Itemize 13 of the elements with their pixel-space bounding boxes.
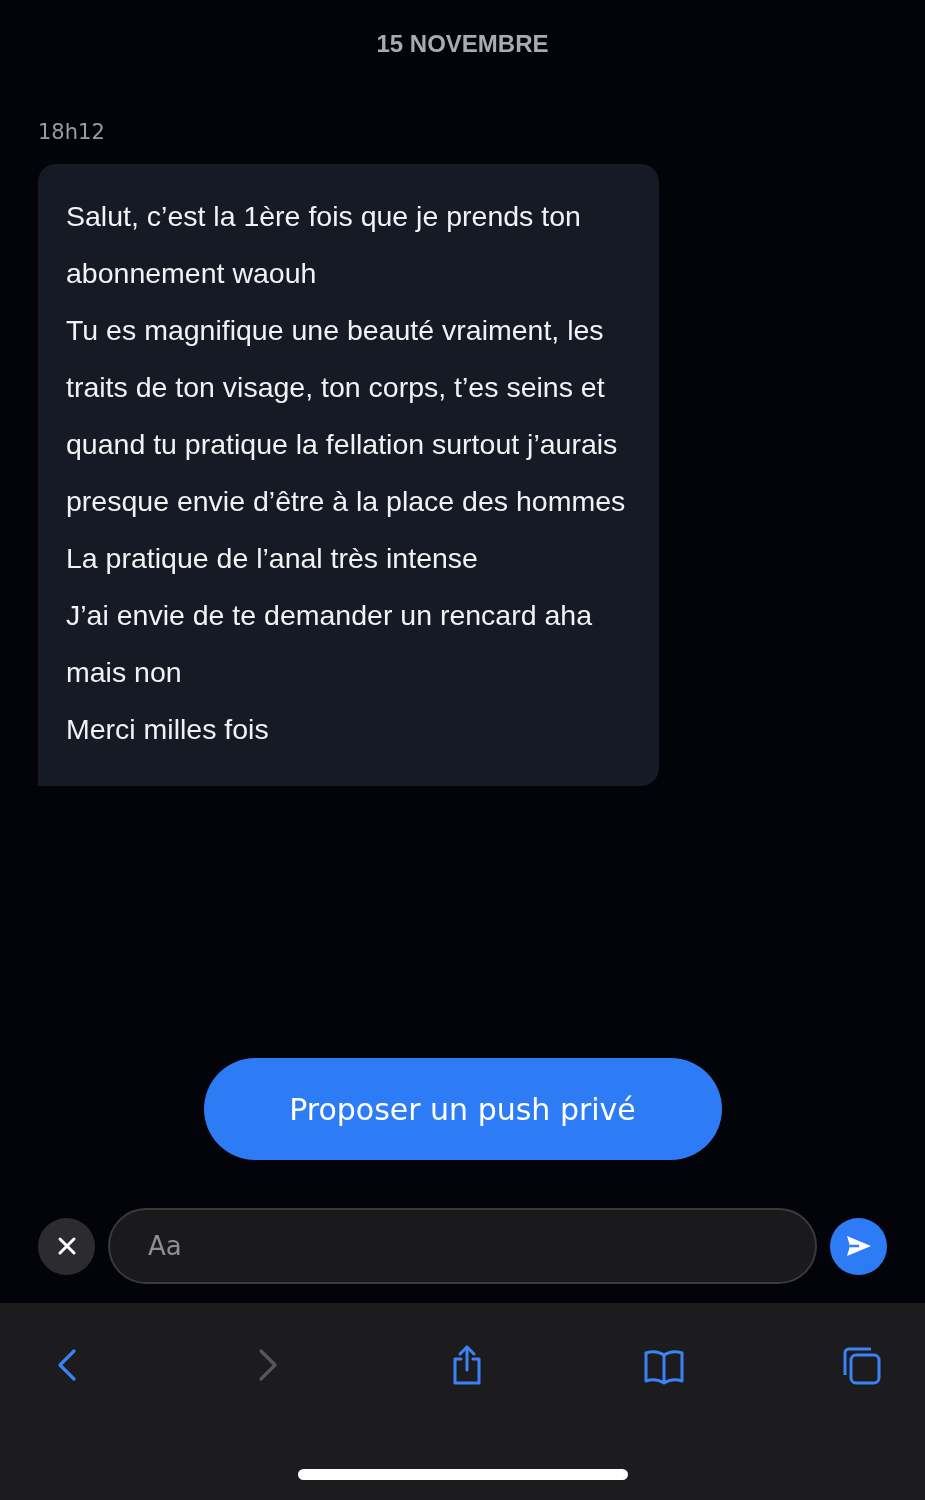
message-input-field[interactable]: Aa xyxy=(108,1208,817,1284)
message-text: La pratique de l’anal très intense xyxy=(66,541,479,576)
send-button[interactable] xyxy=(830,1217,887,1275)
message-text: Salut, c’est la 1ère fois que je prends ton abonnement waouh xyxy=(66,199,582,291)
close-icon xyxy=(56,1236,77,1256)
message-text: J’ai envie de te demander un rencard aha mais non xyxy=(66,598,593,690)
message-text: Merci milles fois xyxy=(66,712,270,747)
send-icon xyxy=(845,1234,872,1258)
push-offer-button[interactable]: Proposer un push privé xyxy=(203,1058,722,1160)
close-button[interactable] xyxy=(38,1217,95,1275)
message-time: 18h12 xyxy=(38,120,106,144)
date-header: 15 NOVEMBRE xyxy=(375,30,550,58)
message-text: Tu es magnifique une beauté vraiment, les traits de ton visage, ton corps, t’es seins et quand tu pratique la fellation surtout j’aurais presque envie d’être à la place des hommes xyxy=(66,313,627,519)
